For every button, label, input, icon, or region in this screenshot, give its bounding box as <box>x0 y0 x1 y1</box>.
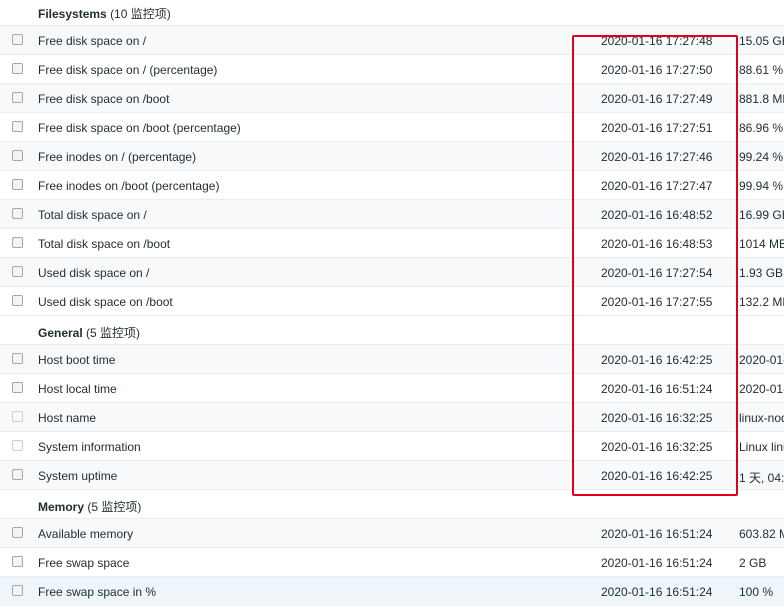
last-check-time: 2020-01-16 16:42:25 <box>601 353 713 367</box>
last-check-time: 2020-01-16 17:27:50 <box>601 63 713 77</box>
row-checkbox[interactable] <box>12 295 23 306</box>
last-value: 1014 MB <box>739 237 784 251</box>
last-value: 2020-01-16 <box>739 353 784 367</box>
item-name: Free swap space <box>38 556 130 570</box>
last-check-time: 2020-01-16 16:48:52 <box>601 208 713 222</box>
item-name: Host boot time <box>38 353 116 367</box>
item-name: System uptime <box>38 469 118 483</box>
last-value: 1.93 GB <box>739 266 784 280</box>
last-value: 99.94 % <box>739 179 784 193</box>
last-value: 88.61 % <box>739 63 784 77</box>
last-value: 881.8 MB <box>739 92 784 106</box>
row-checkbox[interactable] <box>12 469 23 480</box>
last-check-time: 2020-01-16 16:48:53 <box>601 237 713 251</box>
latest-data-table: Filesystems (10 监控项) Free disk space on … <box>0 0 784 606</box>
row-checkbox[interactable] <box>12 237 23 248</box>
row-checkbox[interactable] <box>12 353 23 364</box>
row-checkbox[interactable] <box>12 266 23 277</box>
row-checkbox[interactable] <box>12 179 23 190</box>
row-checkbox[interactable] <box>12 556 23 567</box>
table-row: Used disk space on / 2020-01-16 17:27:54… <box>0 258 784 287</box>
item-name: Free disk space on / (percentage) <box>38 63 218 77</box>
last-check-time: 2020-01-16 17:27:46 <box>601 150 713 164</box>
table-row: Free disk space on / 2020-01-16 17:27:48… <box>0 26 784 55</box>
last-check-time: 2020-01-16 16:32:25 <box>601 411 713 425</box>
row-checkbox-disabled <box>12 411 23 422</box>
last-value: 16.99 GB <box>739 208 784 222</box>
row-checkbox[interactable] <box>12 527 23 538</box>
table-row: Free inodes on /boot (percentage) 2020-0… <box>0 171 784 200</box>
last-check-time: 2020-01-16 16:32:25 <box>601 440 713 454</box>
last-check-time: 2020-01-16 17:27:47 <box>601 179 713 193</box>
last-value: linux-node <box>739 411 784 425</box>
item-name: Used disk space on / <box>38 266 150 280</box>
table-row: Free disk space on /boot (percentage) 20… <box>0 113 784 142</box>
last-value: 2020-01-16 <box>739 382 784 396</box>
last-value: 99.24 % <box>739 150 784 164</box>
row-checkbox[interactable] <box>12 585 23 596</box>
table-row: Total disk space on /boot 2020-01-16 16:… <box>0 229 784 258</box>
item-name: Host name <box>38 411 97 425</box>
last-check-time: 2020-01-16 17:27:48 <box>601 34 713 48</box>
item-name: Free swap space in % <box>38 585 157 599</box>
last-check-time: 2020-01-16 17:27:51 <box>601 121 713 135</box>
row-checkbox[interactable] <box>12 63 23 74</box>
last-check-time: 2020-01-16 17:27:49 <box>601 92 713 106</box>
last-check-time: 2020-01-16 16:51:24 <box>601 585 713 599</box>
last-value: 86.96 % <box>739 121 784 135</box>
last-value: 2 GB <box>739 556 767 570</box>
table-row: Total disk space on / 2020-01-16 16:48:5… <box>0 200 784 229</box>
row-checkbox[interactable] <box>12 150 23 161</box>
table-row: System information 2020-01-16 16:32:25 L… <box>0 432 784 461</box>
table-row: Available memory 2020-01-16 16:51:24 603… <box>0 519 784 548</box>
table-row-hovered: Free swap space in % 2020-01-16 16:51:24… <box>0 577 784 606</box>
item-name: Free disk space on /boot (percentage) <box>38 121 241 135</box>
last-check-time: 2020-01-16 16:51:24 <box>601 527 713 541</box>
row-checkbox[interactable] <box>12 34 23 45</box>
item-name: Used disk space on /boot <box>38 295 173 309</box>
table-row: Free swap space 2020-01-16 16:51:24 2 GB <box>0 548 784 577</box>
table-row: System uptime 2020-01-16 16:42:25 1 天, 0… <box>0 461 784 490</box>
table-row: Host local time 2020-01-16 16:51:24 2020… <box>0 374 784 403</box>
last-value: 15.05 GB <box>739 34 784 48</box>
row-checkbox-disabled <box>12 440 23 451</box>
item-name: Host local time <box>38 382 117 396</box>
table-row: Free disk space on /boot 2020-01-16 17:2… <box>0 84 784 113</box>
row-checkbox[interactable] <box>12 92 23 103</box>
item-name: Free disk space on /boot <box>38 92 170 106</box>
last-value: 100 % <box>739 585 774 599</box>
group-header-general[interactable]: General (5 监控项) <box>0 316 784 345</box>
last-check-time: 2020-01-16 16:51:24 <box>601 382 713 396</box>
item-name: Free inodes on / (percentage) <box>38 150 197 164</box>
table-row: Host name 2020-01-16 16:32:25 linux-node <box>0 403 784 432</box>
group-name: Memory (5 监控项) <box>38 500 142 514</box>
item-name: Free inodes on /boot (percentage) <box>38 179 220 193</box>
group-header-filesystems[interactable]: Filesystems (10 监控项) <box>0 0 784 26</box>
last-check-time: 2020-01-16 16:42:25 <box>601 469 713 483</box>
table-row: Used disk space on /boot 2020-01-16 17:2… <box>0 287 784 316</box>
item-name: Total disk space on /boot <box>38 237 171 251</box>
group-name: General (5 监控项) <box>38 326 141 340</box>
group-name: Filesystems (10 监控项) <box>38 7 171 21</box>
row-checkbox[interactable] <box>12 208 23 219</box>
item-name: Free disk space on / <box>38 34 147 48</box>
item-name: Available memory <box>38 527 134 541</box>
table-row: Free inodes on / (percentage) 2020-01-16… <box>0 142 784 171</box>
item-name: System information <box>38 440 141 454</box>
last-check-time: 2020-01-16 17:27:54 <box>601 266 713 280</box>
last-check-time: 2020-01-16 16:51:24 <box>601 556 713 570</box>
row-checkbox[interactable] <box>12 121 23 132</box>
last-value: 132.2 MB <box>739 295 784 309</box>
group-header-memory[interactable]: Memory (5 监控项) <box>0 490 784 519</box>
table-row: Host boot time 2020-01-16 16:42:25 2020-… <box>0 345 784 374</box>
item-name: Total disk space on / <box>38 208 147 222</box>
last-value: Linux linux <box>739 440 784 454</box>
row-checkbox[interactable] <box>12 382 23 393</box>
table-row: Free disk space on / (percentage) 2020-0… <box>0 55 784 84</box>
last-check-time: 2020-01-16 17:27:55 <box>601 295 713 309</box>
last-value: 1 天, 04: <box>739 471 784 485</box>
last-value: 603.82 MB <box>739 527 784 541</box>
